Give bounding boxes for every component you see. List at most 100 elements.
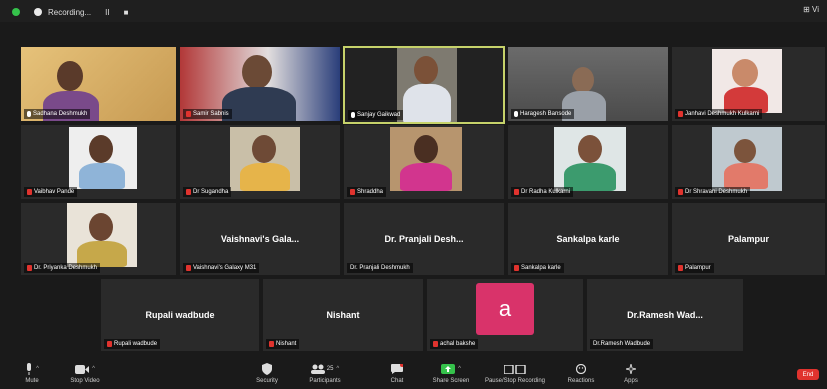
reactions-button[interactable]: Reactions — [556, 362, 606, 384]
end-meeting-button[interactable]: End — [797, 369, 819, 380]
participant-display-name: Nishant — [326, 310, 360, 320]
participant-name-label: Sanjay Gaikwad — [348, 110, 404, 120]
participant-name-label: Dr Radha Kulkarni — [511, 187, 574, 197]
participant-tile-active-speaker[interactable]: Sanjay Gaikwad — [343, 46, 505, 124]
mic-muted-icon — [27, 189, 32, 195]
participant-name-label: Dr. Pranjali Deshmukh — [347, 263, 413, 273]
apps-icon — [626, 364, 636, 374]
reactions-icon — [576, 364, 586, 374]
mic-icon — [514, 111, 518, 117]
participant-display-name: Sankalpa karle — [556, 234, 620, 244]
participant-tile[interactable]: Sadhana Deshmukh — [20, 46, 177, 122]
participant-name-label: Dr Shravani Deshmukh — [675, 187, 751, 197]
participant-tile[interactable]: Dr Sugandha — [179, 124, 341, 200]
participant-tile[interactable]: Dr Shravani Deshmukh — [671, 124, 826, 200]
recording-icon — [34, 8, 42, 16]
participant-display-name: Palampur — [727, 234, 769, 244]
participant-video — [712, 127, 782, 191]
chevron-up-icon[interactable]: ^ — [92, 366, 95, 372]
mic-icon — [27, 111, 31, 117]
participant-name-label: Dr Sugandha — [183, 187, 232, 197]
mic-muted-icon — [678, 189, 683, 195]
share-screen-button[interactable]: ^ Share Screen — [424, 362, 478, 384]
meeting-top-bar: Recording... II ■ ⊞ Vi — [0, 0, 827, 22]
stop-video-button[interactable]: ^ Stop Video — [60, 362, 110, 384]
chat-button[interactable]: Chat — [372, 362, 422, 384]
pause-stop-recording-button[interactable]: Pause/Stop Recording — [484, 362, 546, 384]
meeting-controls-toolbar: ^ Mute ^ Stop Video Security 25 ^ Partici… — [0, 360, 827, 389]
chevron-up-icon[interactable]: ^ — [336, 366, 339, 372]
mic-muted-icon — [678, 111, 683, 117]
participant-video — [390, 127, 462, 191]
participant-name-label: Haragesh Bansode — [511, 109, 575, 119]
participant-tile[interactable]: Dr Radha Kulkarni — [507, 124, 669, 200]
share-screen-icon — [441, 364, 456, 374]
view-button[interactable]: ⊞ Vi — [803, 5, 819, 14]
security-shield-icon[interactable] — [12, 8, 20, 16]
mute-button[interactable]: ^ Mute — [14, 362, 50, 384]
participant-display-name: Dr.Ramesh Wad... — [627, 310, 703, 320]
participant-name-label: Nishant — [266, 339, 300, 349]
participant-tile[interactable]: Rupali wadbude Rupali wadbude — [100, 278, 260, 352]
participant-tile[interactable]: a achal bakshe — [426, 278, 584, 352]
recording-label: Recording... — [48, 7, 92, 17]
mic-muted-icon — [514, 265, 519, 271]
security-button[interactable]: Security — [242, 362, 292, 384]
mic-muted-icon — [186, 111, 191, 117]
participant-video — [230, 127, 300, 191]
participants-button[interactable]: 25 ^ Participants — [300, 362, 350, 384]
participant-display-name: Vaishnavi's Gala... — [220, 234, 300, 244]
participant-tile[interactable]: Janhavi Deshmukh Kulkarni — [671, 46, 826, 122]
mic-muted-icon — [514, 189, 519, 195]
mic-muted-icon — [27, 265, 32, 271]
microphone-icon — [27, 363, 32, 375]
recording-indicator: Recording... II ■ — [34, 5, 128, 19]
participant-tile[interactable]: Palampur Palampur — [671, 202, 826, 276]
chat-icon — [391, 364, 403, 374]
participant-name-label: Dr. Priyanka Deshmukh — [24, 263, 101, 273]
participant-tile[interactable]: Dr.Ramesh Wad... Dr.Ramesh Wadbude — [586, 278, 744, 352]
participant-tile[interactable]: Sankalpa karle Sankalpa karle — [507, 202, 669, 276]
participant-video — [67, 203, 137, 267]
participant-tile[interactable]: Shraddha — [343, 124, 505, 200]
participant-name-label: Dr.Ramesh Wadbude — [590, 339, 654, 349]
video-camera-icon — [75, 364, 90, 374]
participant-name-label: Rupali wadbude — [104, 339, 161, 349]
mic-muted-icon — [269, 341, 274, 347]
participant-tile[interactable]: Vaishnavi's Gala... Vaishnavi's Galaxy M… — [179, 202, 341, 276]
mic-icon — [351, 112, 355, 118]
chevron-up-icon[interactable]: ^ — [36, 366, 39, 372]
participant-tile[interactable]: Samir Sabnis — [179, 46, 341, 122]
participant-name-label: Sadhana Deshmukh — [24, 109, 91, 119]
mic-muted-icon — [107, 341, 112, 347]
apps-button[interactable]: Apps — [606, 362, 656, 384]
mic-muted-icon — [678, 265, 683, 271]
chevron-up-icon[interactable]: ^ — [458, 366, 461, 372]
mic-muted-icon — [186, 189, 191, 195]
participant-name-label: Samir Sabnis — [183, 109, 232, 119]
participant-tile[interactable]: Dr. Pranjali Desh... Dr. Pranjali Deshmu… — [343, 202, 505, 276]
participant-display-name: Dr. Pranjali Desh... — [384, 234, 464, 244]
participant-tile[interactable]: Haragesh Bansode — [507, 46, 669, 122]
participant-display-name: Rupali wadbude — [145, 310, 215, 320]
participant-name-label: Palampur — [675, 263, 714, 273]
pause-stop-recording-icon — [504, 364, 526, 374]
participants-count: 25 — [326, 366, 334, 372]
participant-tile[interactable]: Vaibhav Pande — [20, 124, 177, 200]
participant-name-label: Janhavi Deshmukh Kulkarni — [675, 109, 763, 119]
participant-video — [712, 49, 782, 113]
participant-name-label: Vaibhav Pande — [24, 187, 78, 197]
participant-video — [554, 127, 626, 191]
mic-muted-icon — [350, 189, 355, 195]
participant-tile[interactable]: Dr. Priyanka Deshmukh — [20, 202, 177, 276]
participant-name-label: Sankalpa karle — [511, 263, 564, 273]
participant-name-label: Vaishnavi's Galaxy M31 — [183, 263, 260, 273]
participant-avatar: a — [476, 283, 534, 336]
mic-muted-icon — [186, 265, 191, 271]
participant-video — [69, 127, 137, 189]
participant-name-label: achal bakshe — [430, 339, 479, 349]
participant-tile[interactable]: Nishant Nishant — [262, 278, 424, 352]
pause-recording-icon[interactable]: II — [105, 8, 109, 17]
stop-recording-icon[interactable]: ■ — [124, 8, 129, 17]
shield-icon — [262, 363, 272, 375]
